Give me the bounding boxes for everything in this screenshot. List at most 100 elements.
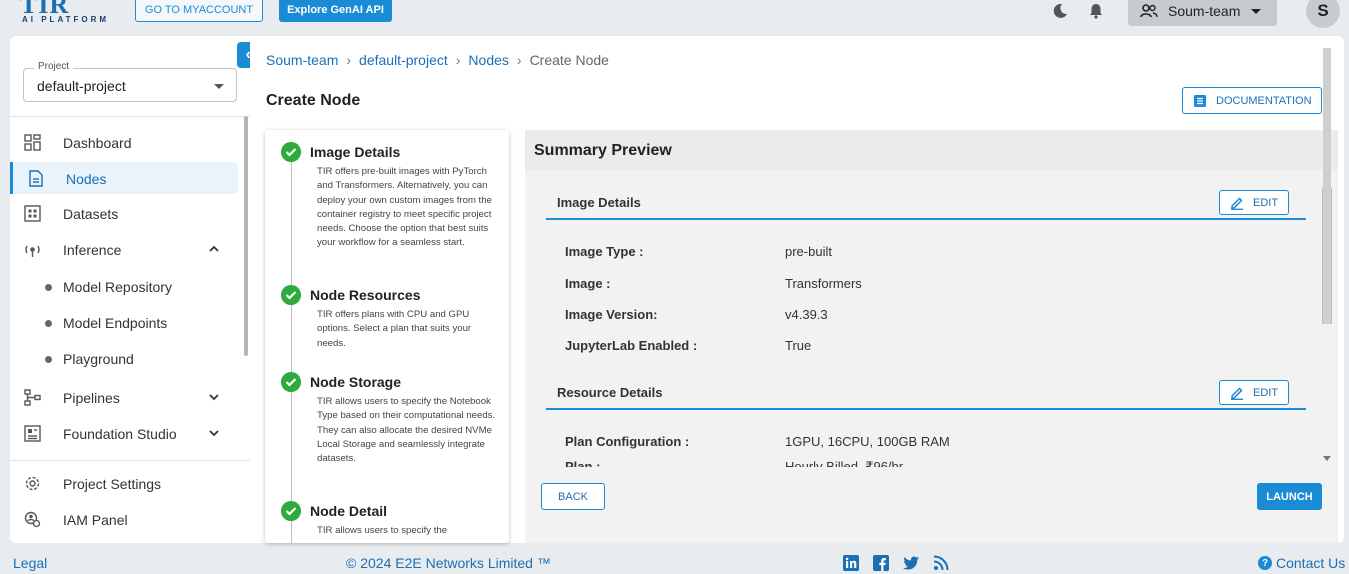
explore-genai-api-button[interactable]: Explore GenAI API: [279, 0, 392, 22]
pencil-icon: [1231, 386, 1243, 400]
social-links: [843, 555, 949, 571]
foundation-studio-icon: [24, 425, 41, 442]
twitter-icon[interactable]: [903, 555, 919, 571]
sidebar-item-datasets[interactable]: Datasets: [10, 197, 240, 229]
step-description: TIR allows users to specify the: [317, 525, 448, 536]
rss-icon[interactable]: [933, 555, 949, 571]
sidebar-item-inference[interactable]: Inference: [10, 233, 240, 265]
image-type-value: pre-built: [785, 244, 832, 259]
document-icon: [29, 170, 43, 187]
documentation-button[interactable]: DOCUMENTATION: [1182, 87, 1322, 114]
copyright-text: © 2024 E2E Networks Limited ™: [346, 555, 551, 571]
breadcrumb: Soum-team › default-project › Nodes › Cr…: [266, 52, 609, 68]
sidebar-item-label: Project Settings: [63, 476, 162, 492]
main-scrollbar[interactable]: [1323, 48, 1331, 324]
chevron-down-icon[interactable]: [208, 427, 220, 439]
user-avatar[interactable]: S: [1306, 0, 1340, 28]
summary-title: Summary Preview: [534, 142, 672, 159]
chevron-down-icon[interactable]: [208, 391, 220, 403]
sidebar-item-label: Pipelines: [63, 390, 120, 406]
summary-scroll-area[interactable]: Image Details EDIT Image Type : pre-buil…: [535, 170, 1325, 467]
contact-us-label: Contact Us: [1276, 555, 1346, 571]
gear-icon: [25, 476, 40, 491]
sidebar-item-dashboard[interactable]: Dashboard: [10, 126, 240, 158]
breadcrumb-separator: ›: [455, 52, 461, 68]
plan-label: Plan :: [565, 459, 601, 467]
sidebar-item-iam-panel[interactable]: IAM Panel: [10, 503, 240, 535]
inference-icon: [25, 245, 40, 257]
sidebar-item-model-repository[interactable]: Model Repository: [10, 272, 240, 302]
plan-configuration-label: Plan Configuration :: [565, 434, 690, 449]
breadcrumb-nodes[interactable]: Nodes: [468, 52, 508, 68]
bullet-icon: [45, 284, 52, 291]
sidebar-item-project-settings[interactable]: Project Settings: [10, 467, 240, 499]
dashboard-icon: [24, 134, 41, 151]
plan-configuration-value: 1GPU, 16CPU, 100GB RAM: [785, 434, 950, 449]
sidebar-item-label: Foundation Studio: [63, 426, 177, 442]
step-description: TIR offers plans with CPU and GPU option…: [317, 309, 472, 349]
tir-logo[interactable]: TIR AI PLATFORM: [20, 0, 115, 32]
legal-link[interactable]: Legal: [13, 555, 47, 571]
scroll-down-arrow-icon[interactable]: [1323, 456, 1331, 461]
step-description: TIR offers pre-built images with PyTorch…: [317, 166, 492, 249]
document-icon: [1194, 94, 1206, 107]
jupyterlab-enabled-value: True: [785, 338, 812, 353]
notification-bell-icon[interactable]: [1087, 2, 1105, 20]
sidebar-item-nodes[interactable]: Nodes: [10, 162, 238, 194]
section-divider: [546, 408, 1306, 410]
linkedin-icon[interactable]: [843, 555, 859, 571]
image-value: Transformers: [785, 276, 862, 291]
sidebar-scrollbar[interactable]: [244, 116, 248, 356]
sidebar-item-label: Datasets: [63, 206, 119, 222]
chevron-up-icon[interactable]: [208, 243, 220, 255]
launch-button[interactable]: LAUNCH: [1257, 483, 1322, 510]
documentation-label: DOCUMENTATION: [1216, 94, 1312, 107]
pencil-icon: [1231, 196, 1243, 210]
step-title: Node Storage: [310, 374, 402, 390]
bullet-icon: [45, 320, 52, 327]
dark-mode-icon[interactable]: [1052, 3, 1068, 19]
bullet-icon: [45, 356, 52, 363]
step-title: Image Details: [310, 144, 401, 160]
step-title: Node Resources: [310, 287, 421, 303]
logo-subtext: AI PLATFORM: [22, 15, 110, 24]
check-circle-icon: [281, 372, 301, 392]
pipelines-icon: [24, 389, 41, 406]
contact-us-link[interactable]: ? Contact Us: [1258, 555, 1345, 571]
edit-resource-details-button[interactable]: EDIT: [1219, 380, 1289, 405]
sidebar-item-foundation-studio[interactable]: Foundation Studio: [10, 417, 240, 449]
breadcrumb-team[interactable]: Soum-team: [266, 52, 338, 68]
project-legend: Project: [34, 61, 74, 72]
sidebar-item-label: Inference: [63, 242, 122, 258]
sidebar-item-label: Model Endpoints: [63, 315, 168, 331]
go-to-myaccount-button[interactable]: GO TO MYACCOUNT: [135, 0, 263, 22]
sidebar-item-label: Nodes: [66, 171, 107, 187]
sidebar-item-label: Model Repository: [63, 279, 172, 295]
facebook-icon[interactable]: [873, 555, 889, 571]
check-circle-icon: [281, 501, 301, 521]
sidebar: Project default-project Dashboard Nodes …: [10, 36, 250, 543]
jupyterlab-enabled-label: JupyterLab Enabled :: [565, 338, 698, 353]
project-select[interactable]: Project default-project: [23, 61, 237, 102]
sidebar-item-model-endpoints[interactable]: Model Endpoints: [10, 308, 240, 338]
breadcrumb-project[interactable]: default-project: [359, 52, 448, 68]
stepper-connector: [291, 160, 292, 543]
image-details-section-title: Image Details: [557, 195, 641, 210]
main-content: Soum-team › default-project › Nodes › Cr…: [250, 36, 1344, 543]
create-node-stepper: Image Details TIR offers pre-built image…: [265, 130, 509, 543]
sidebar-item-label: Dashboard: [63, 135, 132, 151]
edit-label: EDIT: [1253, 196, 1279, 209]
edit-label: EDIT: [1253, 386, 1279, 399]
plan-value: Hourly Billed, ₹96/hr: [785, 459, 904, 467]
back-button[interactable]: BACK: [541, 483, 605, 510]
team-selector-button[interactable]: Soum-team: [1128, 0, 1277, 26]
team-icon: [1140, 4, 1158, 18]
help-circle-icon: ?: [1258, 556, 1272, 570]
sidebar-item-playground[interactable]: Playground: [10, 344, 240, 374]
breadcrumb-separator: ›: [346, 52, 352, 68]
project-value: default-project: [37, 78, 126, 94]
edit-image-details-button[interactable]: EDIT: [1219, 190, 1289, 215]
sidebar-item-pipelines[interactable]: Pipelines: [10, 381, 240, 413]
image-version-label: Image Version:: [565, 307, 658, 322]
sidebar-divider: [10, 116, 250, 117]
